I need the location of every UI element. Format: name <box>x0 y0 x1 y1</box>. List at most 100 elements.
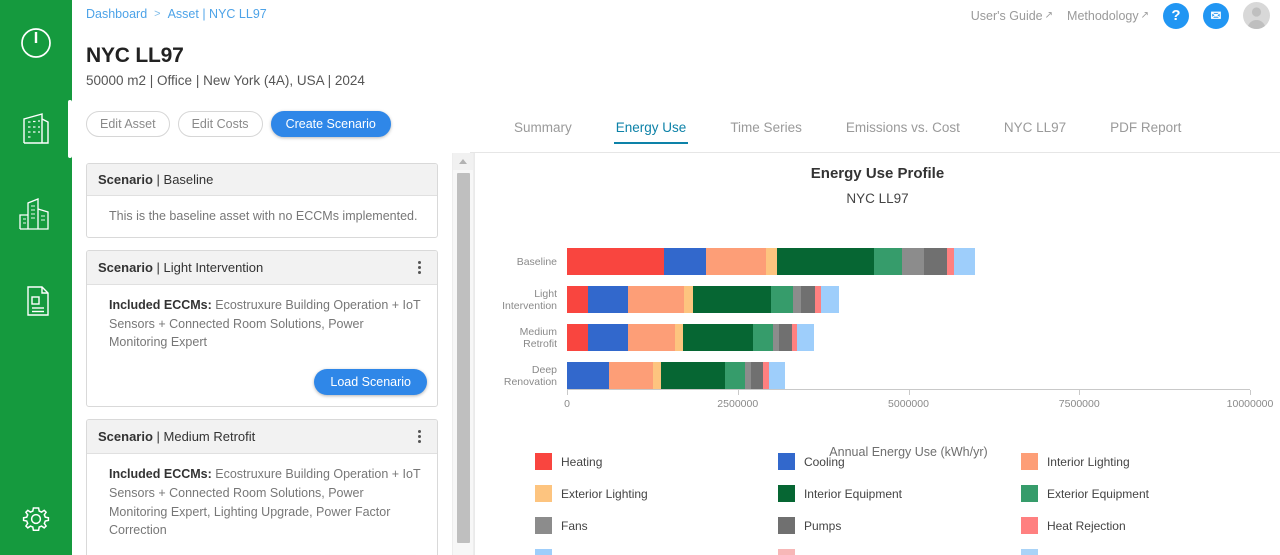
chart-segment[interactable] <box>777 248 875 275</box>
chart-x-tick <box>567 390 568 395</box>
scrollbar-thumb[interactable] <box>457 173 470 543</box>
scrollbar-up-button[interactable] <box>453 153 473 170</box>
sidebar-item-settings[interactable] <box>0 483 72 555</box>
chart-segment[interactable] <box>797 324 814 351</box>
chart-segment[interactable] <box>684 286 694 313</box>
chart-segment[interactable] <box>725 362 746 389</box>
avatar[interactable] <box>1243 2 1270 29</box>
legend-item[interactable] <box>777 549 1021 555</box>
chart-segment[interactable] <box>800 286 815 313</box>
legend-item[interactable]: Interior Equipment <box>777 485 1021 502</box>
scenario-menu-icon[interactable] <box>412 428 426 445</box>
users-guide-link[interactable]: User's Guide ↗ <box>971 9 1053 23</box>
sidebar-item-power[interactable] <box>0 0 72 86</box>
chart-x-tick-label: 10000000 <box>1226 398 1274 410</box>
chart-segment[interactable] <box>752 324 773 351</box>
mail-icon[interactable]: ✉ <box>1203 2 1229 29</box>
scenario-scrollbar[interactable] <box>452 153 474 555</box>
legend-item[interactable]: Heat Rejection <box>1020 517 1264 534</box>
tab-time-series[interactable]: Time Series <box>708 120 824 144</box>
chart-segment[interactable] <box>608 362 654 389</box>
tab-emissions-vs-cost[interactable]: Emissions vs. Cost <box>824 120 982 144</box>
chart-x-tick-label: 5000000 <box>888 398 929 410</box>
chart-segment[interactable] <box>778 324 792 351</box>
external-link-icon: ↗ <box>1044 10 1054 21</box>
tab-nyc-ll97[interactable]: NYC LL97 <box>982 120 1088 144</box>
chart-bar-light-intervention[interactable] <box>567 286 1250 313</box>
scenario-card: Scenario | Medium Retrofit Included ECCMs… <box>86 419 438 555</box>
legend-label: Heating <box>561 454 603 469</box>
chart-title: Energy Use Profile <box>810 165 945 182</box>
scenario-card-footer: Load Scenario <box>87 363 437 406</box>
page-subtitle: 50000 m2 | Office | New York (4A), USA |… <box>86 73 365 88</box>
chart-subtitle: NYC LL97 <box>846 191 909 206</box>
legend-item[interactable]: Exterior Equipment <box>1020 485 1264 502</box>
chart-segment[interactable] <box>768 362 786 389</box>
tab-energy-use[interactable]: Energy Use <box>594 120 709 144</box>
scenario-menu-icon[interactable] <box>412 259 426 276</box>
chart-y-tick-label: Deep Renovation <box>503 363 557 388</box>
legend-label: Pumps <box>803 518 842 533</box>
chart-segment[interactable] <box>653 362 661 389</box>
chart-segment[interactable] <box>751 362 764 389</box>
legend-item[interactable]: Heating <box>535 453 778 470</box>
chart-bar-baseline[interactable] <box>567 248 1250 275</box>
chart-segment[interactable] <box>567 286 589 313</box>
sidebar-item-reports[interactable] <box>0 258 72 344</box>
tab-pdf-report[interactable]: PDF Report <box>1088 120 1203 144</box>
load-scenario-button[interactable]: Load Scenario <box>314 369 427 395</box>
chevron-up-icon <box>459 159 467 164</box>
scenario-card-body: This is the baseline asset with no ECCMs… <box>87 196 437 237</box>
edit-costs-button[interactable]: Edit Costs <box>177 111 263 138</box>
chart-segment[interactable] <box>628 324 675 351</box>
chart-segment[interactable] <box>793 286 801 313</box>
chart-segment[interactable] <box>874 248 902 275</box>
chart-plot-area: Baseline Light Intervention Medium Retrofit D… <box>475 230 1280 459</box>
sidebar-item-asset[interactable] <box>0 86 72 172</box>
scenario-card-body: Included ECCMs: Ecostruxure Building Ope… <box>87 285 437 363</box>
legend-item[interactable]: Interior Lighting <box>1020 453 1264 470</box>
legend-swatch <box>535 453 552 470</box>
chart-segment[interactable] <box>953 248 975 275</box>
legend-item[interactable]: Cooling <box>777 453 1021 470</box>
chart-segment[interactable] <box>567 362 609 389</box>
chart-segment[interactable] <box>706 248 767 275</box>
legend-swatch <box>1020 549 1038 555</box>
chart-segment[interactable] <box>588 286 629 313</box>
chart-segment[interactable] <box>693 286 771 313</box>
methodology-link[interactable]: Methodology ↗ <box>1067 9 1149 23</box>
chart-segment[interactable] <box>946 248 954 275</box>
legend-item[interactable]: Pumps <box>777 517 1021 534</box>
breadcrumb: Dashboard > Asset | NYC LL97 <box>86 7 267 21</box>
chart-segment[interactable] <box>901 248 925 275</box>
legend-item[interactable] <box>535 549 778 555</box>
chart-x-tick-label: 2500000 <box>717 398 759 410</box>
chart-segment[interactable] <box>663 248 707 275</box>
edit-asset-button[interactable]: Edit Asset <box>86 111 170 138</box>
chart-segment[interactable] <box>588 324 629 351</box>
chart-x-tick <box>1079 390 1081 395</box>
legend-item[interactable] <box>1020 549 1264 555</box>
chart-segment[interactable] <box>766 248 778 275</box>
sidebar-item-portfolio[interactable] <box>0 172 72 258</box>
legend-item[interactable]: Fans <box>535 517 778 534</box>
create-scenario-button[interactable]: Create Scenario <box>270 111 391 138</box>
tab-summary[interactable]: Summary <box>492 120 594 144</box>
chart-segment[interactable] <box>628 286 685 313</box>
chart-segment[interactable] <box>567 248 664 275</box>
chart-segment[interactable] <box>660 362 726 389</box>
chart-bar-medium-retrofit[interactable] <box>567 324 1250 351</box>
legend-swatch <box>535 517 552 534</box>
chart-segment[interactable] <box>567 324 589 351</box>
chart-segment[interactable] <box>821 286 839 313</box>
help-icon[interactable]: ? <box>1163 2 1189 29</box>
chart-segment[interactable] <box>683 324 753 351</box>
chart-segment[interactable] <box>770 286 794 313</box>
breadcrumb-item-asset[interactable]: Asset | NYC LL97 <box>168 7 267 21</box>
chart-segment[interactable] <box>674 324 684 351</box>
breadcrumb-item-dashboard[interactable]: Dashboard <box>86 7 147 21</box>
legend-item[interactable]: Exterior Lighting <box>535 485 778 502</box>
scenario-card-footer: Load Scenario <box>87 551 437 555</box>
chart-bar-deep-renovation[interactable] <box>567 362 1250 389</box>
chart-segment[interactable] <box>924 248 947 275</box>
